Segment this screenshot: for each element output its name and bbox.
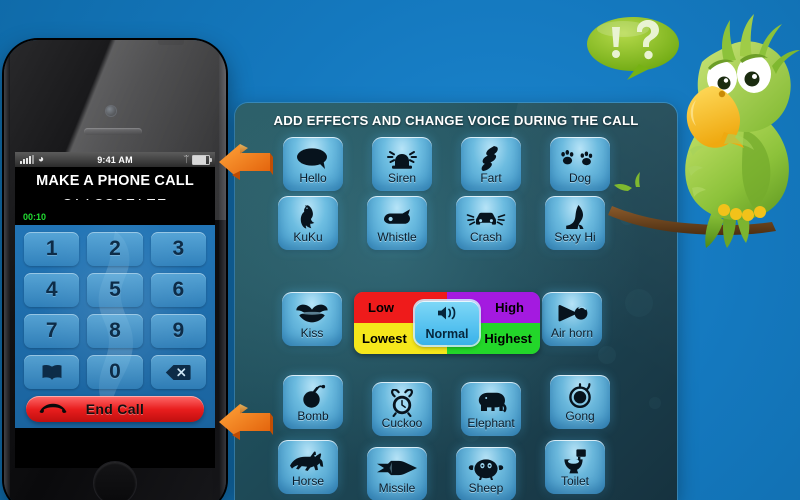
pointer-arrow-top (219, 144, 273, 180)
high-heel-icon (564, 204, 586, 230)
effect-label: Hello (299, 170, 327, 185)
effect-button-cuckoo[interactable]: Cuckoo (372, 382, 432, 436)
speaker-volume-icon (436, 305, 458, 326)
handset-icon (39, 403, 67, 414)
effect-label: Gong (565, 408, 595, 423)
effect-label: KuKu (293, 229, 323, 244)
effect-label: Sheep (468, 480, 504, 495)
whistle-icon (382, 204, 412, 230)
battery-icon (192, 154, 212, 165)
horse-icon (288, 448, 328, 474)
effect-button-missile[interactable]: Missile (367, 447, 427, 500)
effect-button-gong[interactable]: Gong (550, 375, 610, 429)
siren-icon (384, 145, 420, 171)
key-contacts[interactable] (24, 355, 80, 389)
bluetooth-icon: ᛠ (183, 154, 189, 164)
parrot-mascot (608, 14, 800, 248)
effect-button-siren[interactable]: Siren (372, 137, 432, 191)
effect-label: Whistle (377, 229, 417, 244)
key-6[interactable]: 6 (150, 273, 206, 307)
backspace-icon (166, 364, 191, 380)
pitch-option-normal[interactable]: Normal (415, 301, 479, 345)
phone-device: ◕ 9:41 AM ᛠ MAKE A PHONE CALL 8778891721… (4, 40, 226, 500)
front-camera-icon (106, 106, 116, 116)
key-3[interactable]: 3 (150, 232, 206, 266)
effect-label: Elephant (467, 415, 515, 430)
effect-label: Cuckoo (381, 415, 423, 430)
effect-button-whistle[interactable]: Whistle (367, 196, 427, 250)
effect-button-elephant[interactable]: Elephant (461, 382, 521, 436)
paw-prints-icon (561, 145, 599, 171)
bomb-icon (300, 383, 326, 409)
dial-keypad[interactable]: 1 2 3 4 5 6 7 8 9 0 (24, 232, 206, 389)
effect-button-sexy-hi[interactable]: Sexy Hi (545, 196, 605, 250)
alarm-clock-icon (388, 388, 416, 417)
key-8[interactable]: 8 (87, 314, 143, 348)
effect-button-bomb[interactable]: Bomb (283, 375, 343, 429)
effect-label: Fart (480, 170, 502, 185)
effect-button-fart[interactable]: Fart (461, 137, 521, 191)
earpiece-speaker (84, 128, 142, 135)
key-4[interactable]: 4 (24, 273, 80, 307)
status-bar: ◕ 9:41 AM ᛠ (15, 152, 215, 167)
sheep-icon (468, 455, 504, 481)
end-call-label: End Call (85, 401, 145, 417)
dialed-number: 8778891721 (15, 190, 215, 210)
end-call-button[interactable]: End Call (26, 396, 204, 422)
effect-label: Air horn (550, 325, 594, 340)
effect-label: Crash (469, 229, 502, 244)
effect-label: Toilet (560, 473, 589, 488)
toilet-icon (562, 448, 588, 474)
key-0[interactable]: 0 (87, 355, 143, 389)
effect-button-horse[interactable]: Horse (278, 440, 338, 494)
elephant-icon (473, 390, 509, 416)
page-title: MAKE A PHONE CALL (36, 173, 194, 189)
address-book-icon (42, 365, 62, 380)
effect-button-hello[interactable]: Hello (283, 137, 343, 191)
effect-label: Dog (568, 170, 591, 185)
effect-label: Siren (387, 170, 416, 185)
effect-button-kuku[interactable]: KuKu (278, 196, 338, 250)
phone-top-notch (158, 40, 184, 45)
effect-button-kiss[interactable]: Kiss (282, 292, 342, 346)
number-crop-mask (15, 190, 215, 199)
key-7[interactable]: 7 (24, 314, 80, 348)
key-2[interactable]: 2 (87, 232, 143, 266)
home-button[interactable] (94, 462, 136, 500)
effect-label: Horse (291, 473, 324, 488)
key-5[interactable]: 5 (87, 273, 143, 307)
key-1[interactable]: 1 (24, 232, 80, 266)
car-crash-icon (465, 204, 507, 230)
lips-icon (295, 300, 329, 326)
effect-button-sheep[interactable]: Sheep (456, 447, 516, 500)
key-9[interactable]: 9 (150, 314, 206, 348)
effect-button-air-horn[interactable]: Air horn (542, 292, 602, 346)
phone-screen: ◕ 9:41 AM ᛠ MAKE A PHONE CALL 8778891721… (15, 152, 215, 468)
effect-label: Kiss (300, 325, 324, 340)
gong-icon (567, 382, 593, 409)
status-bar-right: ᛠ (183, 154, 212, 165)
keypad-area: 1 2 3 4 5 6 7 8 9 0 End Call (15, 225, 215, 428)
pointer-arrow-bottom (219, 404, 273, 440)
app-screen: ◕ 9:41 AM ᛠ MAKE A PHONE CALL 8778891721… (0, 0, 800, 500)
effect-label: Missile (378, 480, 416, 495)
effect-label: Bomb (297, 408, 329, 423)
effect-button-crash[interactable]: Crash (456, 196, 516, 250)
bird-icon (298, 204, 318, 230)
key-backspace[interactable] (150, 355, 206, 389)
speech-bubble-icon (296, 145, 330, 171)
air-horn-icon (555, 300, 589, 326)
call-timer: 00:10 (23, 212, 47, 222)
wind-puff-icon (479, 145, 503, 171)
effect-button-toilet[interactable]: Toilet (545, 440, 605, 494)
missile-icon (375, 455, 419, 481)
effect-label: Sexy Hi (554, 229, 596, 244)
pitch-normal-label: Normal (425, 327, 469, 342)
phone-bezel-left (4, 40, 10, 500)
